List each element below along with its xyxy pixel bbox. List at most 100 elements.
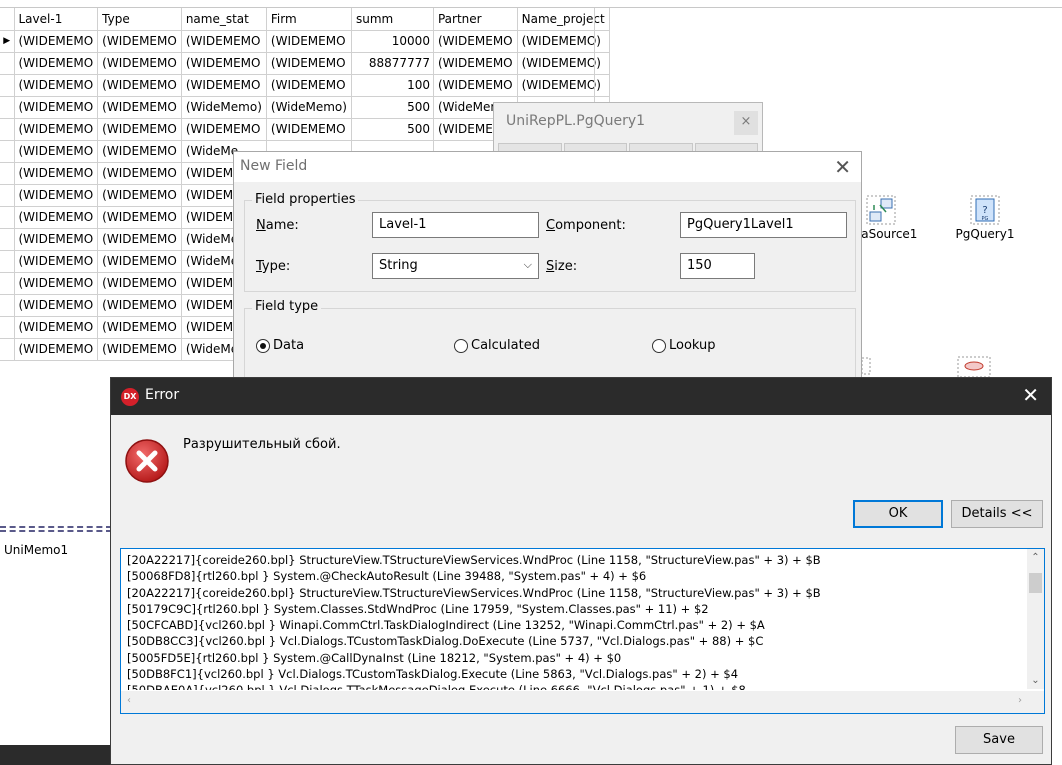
table-cell[interactable]: (WIDEMEMO	[97, 250, 182, 273]
grid-column-header[interactable]: Name_project	[517, 8, 610, 31]
splitter-dashed[interactable]	[0, 526, 112, 532]
table-cell[interactable]: (WideMemo)	[181, 96, 267, 119]
row-indicator[interactable]	[0, 316, 15, 339]
row-indicator[interactable]	[0, 228, 15, 251]
table-cell[interactable]: (WIDEMEMO	[97, 338, 182, 361]
table-cell[interactable]: (WIDEMEMO	[14, 30, 99, 53]
table-cell[interactable]: (WIDEMEMO	[97, 140, 182, 163]
table-cell[interactable]: 100	[351, 74, 434, 97]
table-cell[interactable]: (WIDEMEMO)	[517, 30, 610, 53]
row-indicator[interactable]	[0, 206, 15, 229]
table-cell[interactable]: (WIDEMEMO	[97, 206, 182, 229]
table-cell[interactable]: (WIDEMEMO	[14, 272, 99, 295]
size-input[interactable]: 150	[680, 253, 755, 279]
table-cell[interactable]: (WIDEMEMO	[97, 74, 182, 97]
table-cell[interactable]: (WIDEMEMO	[14, 228, 99, 251]
row-indicator[interactable]	[0, 272, 15, 295]
table-cell[interactable]: (WIDEMEMO	[181, 52, 267, 75]
table-cell[interactable]: (WIDEMEMO	[97, 30, 182, 53]
table-cell[interactable]: 10000	[351, 30, 434, 53]
table-cell[interactable]: (WIDEMEMO	[14, 162, 99, 185]
table-cell[interactable]: (WIDEMEMO	[14, 250, 99, 273]
save-button[interactable]: Save	[955, 726, 1043, 754]
table-cell[interactable]: (WIDEMEMO	[97, 316, 182, 339]
row-indicator[interactable]	[0, 294, 15, 317]
new-field-dialog[interactable]: New Field ✕ Field properties Name: Lavel…	[233, 151, 862, 388]
table-cell[interactable]: (WIDEMEMO	[433, 74, 518, 97]
table-cell[interactable]: (WIDEMEMO	[266, 30, 352, 53]
table-cell[interactable]: (WIDEMEMO	[433, 52, 518, 75]
table-cell[interactable]: (WIDEMEMO	[181, 30, 267, 53]
row-indicator[interactable]	[0, 96, 15, 119]
grid-column-header[interactable]: Type	[97, 8, 182, 31]
table-cell[interactable]: (WIDEMEMO	[97, 52, 182, 75]
table-cell[interactable]: (WIDEMEMO	[97, 184, 182, 207]
ok-button[interactable]: OK	[853, 500, 943, 528]
table-cell[interactable]: (WIDEMEMO	[433, 30, 518, 53]
table-cell[interactable]: (WIDEMEMO	[14, 338, 99, 361]
scroll-up-icon[interactable]: ⌃	[1027, 552, 1044, 563]
table-cell[interactable]: (WIDEMEMO	[97, 118, 182, 141]
table-cell[interactable]: (WIDEMEMO	[14, 52, 99, 75]
scroll-right-icon[interactable]: ›	[1018, 695, 1022, 706]
grid-column-header[interactable]: Firm	[266, 8, 352, 31]
row-indicator[interactable]	[0, 118, 15, 141]
table-cell[interactable]: (WIDEMEMO	[14, 96, 99, 119]
scroll-down-icon[interactable]: ⌄	[1027, 675, 1044, 686]
table-cell[interactable]: (WIDEMEMO	[14, 206, 99, 229]
radio-data[interactable]: Data	[256, 338, 304, 353]
table-row[interactable]: (WIDEMEMO (WIDEMEMO (WIDEMEMO (WIDEMEMO 100(…	[0, 74, 610, 97]
table-cell[interactable]: (WIDEMEMO	[266, 118, 352, 141]
grid-column-header[interactable]: summ	[351, 8, 434, 31]
table-cell[interactable]: (WIDEMEMO)	[517, 74, 610, 97]
table-cell[interactable]: (WIDEMEMO	[181, 118, 267, 141]
table-cell[interactable]: (WIDEMEMO	[14, 294, 99, 317]
close-icon[interactable]: ✕	[834, 155, 851, 179]
row-indicator[interactable]	[0, 250, 15, 273]
scrollbar-thumb[interactable]	[1029, 573, 1042, 593]
radio-lookup[interactable]: Lookup	[652, 338, 716, 353]
vertical-scrollbar[interactable]: ⌃ ⌄	[1027, 549, 1044, 689]
table-cell[interactable]: 88877777	[351, 52, 434, 75]
row-indicator[interactable]	[0, 140, 15, 163]
chevron-down-icon[interactable]: ⌵	[524, 258, 532, 272]
grid-column-header[interactable]: Partner	[433, 8, 518, 31]
table-cell[interactable]: (WIDEMEMO	[97, 228, 182, 251]
row-indicator[interactable]	[0, 52, 15, 75]
scroll-left-icon[interactable]: ‹	[127, 695, 131, 706]
table-cell[interactable]: (WIDEMEMO	[14, 316, 99, 339]
table-cell[interactable]: (WIDEMEMO	[14, 184, 99, 207]
name-input[interactable]: Lavel-1	[372, 212, 539, 238]
grid-column-header[interactable]: name_stat	[181, 8, 267, 31]
horizontal-scrollbar[interactable]: ‹ ›	[121, 691, 1044, 713]
table-cell[interactable]: (WIDEMEMO	[97, 272, 182, 295]
table-cell[interactable]: 500	[351, 118, 434, 141]
current-row-indicator-icon[interactable]: ▶	[0, 30, 15, 53]
table-cell[interactable]: 500	[351, 96, 434, 119]
table-cell[interactable]: (WIDEMEMO	[266, 74, 352, 97]
close-icon[interactable]: ✕	[1022, 383, 1039, 407]
row-indicator[interactable]	[0, 74, 15, 97]
grid-column-header[interactable]: Lavel-1	[14, 8, 99, 31]
table-row[interactable]: (WIDEMEMO (WIDEMEMO (WIDEMEMO (WIDEMEMO 8887…	[0, 52, 610, 75]
table-cell[interactable]: (WIDEMEMO	[266, 52, 352, 75]
row-indicator[interactable]	[0, 162, 15, 185]
table-cell[interactable]: (WIDEMEMO	[97, 294, 182, 317]
type-select[interactable]: String ⌵	[372, 253, 539, 279]
table-cell[interactable]: (WIDEMEMO	[97, 162, 182, 185]
component-input[interactable]: PgQuery1Lavel1	[680, 212, 847, 238]
details-button[interactable]: Details <<	[951, 500, 1043, 528]
table-cell[interactable]: (WIDEMEMO	[181, 74, 267, 97]
table-cell[interactable]: (WIDEMEMO	[97, 96, 182, 119]
table-cell[interactable]: (WideMemo)	[266, 96, 352, 119]
table-cell[interactable]: (WIDEMEMO	[14, 118, 99, 141]
table-cell[interactable]: (WIDEMEMO)	[517, 52, 610, 75]
stack-trace-memo[interactable]: [20A22217]{coreide260.bpl} StructureView…	[120, 548, 1045, 714]
table-cell[interactable]: (WIDEMEMO	[14, 140, 99, 163]
table-row[interactable]: ▶ (WIDEMEMO (WIDEMEMO (WIDEMEMO (WIDEMEMO 100…	[0, 30, 610, 53]
pgquery-component[interactable]: ? PG PgQuery1	[950, 195, 1020, 241]
row-indicator[interactable]	[0, 184, 15, 207]
table-cell[interactable]: (WIDEMEMO	[14, 74, 99, 97]
row-indicator[interactable]	[0, 338, 15, 361]
radio-calculated[interactable]: Calculated	[454, 338, 540, 353]
